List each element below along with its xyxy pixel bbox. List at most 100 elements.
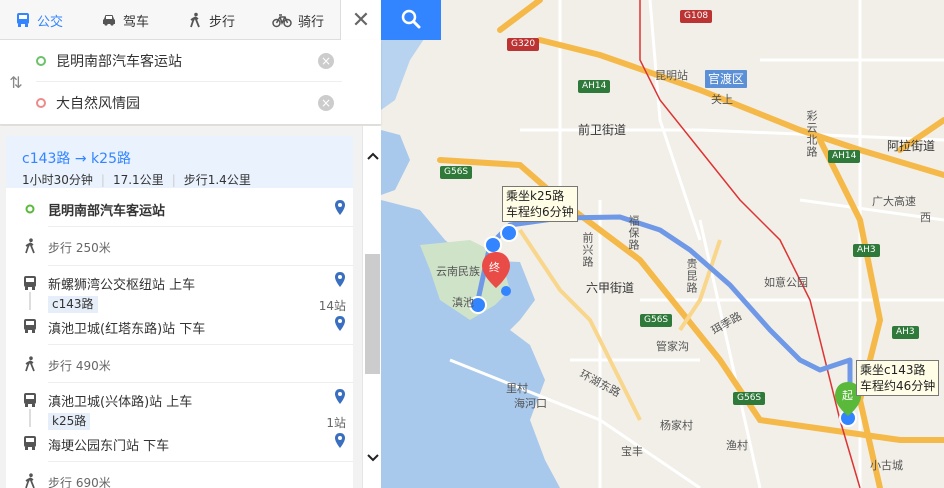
meta-separator: | [171,172,176,187]
locate-pin-icon[interactable] [334,272,346,288]
map-label-guanjia: 管家沟 [656,340,689,353]
map-label-fubao: 福保路 [627,215,640,251]
map-label-xiaogu: 小古城 [870,459,903,472]
bus-line-stops-k25[interactable]: 1站 [326,414,346,431]
route-steps: 昆明南部汽车客运站 步行 250米 新螺狮湾公交枢纽站 上车 c143路 14站… [6,188,353,488]
step-alight-1-text: 滇池卫城(红塔东路)站 下车 [48,322,206,337]
map-label-ruyi: 如意公园 [764,276,808,289]
tab-walk-label: 步行 [209,14,236,30]
district-label-guandu: 官渡区 [705,70,748,88]
tab-car[interactable]: 驾车 [100,0,149,40]
tab-bike-label: 骑行 [298,14,325,30]
route-walk-distance: 步行1.4公里 [183,173,251,187]
bus-line-badge-k25[interactable]: k25路 [48,413,91,430]
step-bus-1[interactable]: 新螺狮湾公交枢纽站 上车 c143路 14站 滇池卫城(红塔东路)站 下车 [6,266,353,342]
current-location-dot [501,286,511,296]
walk-icon [21,472,39,488]
step-walk-3[interactable]: 步行 690米 [6,462,353,488]
locate-pin-icon[interactable] [334,200,346,216]
map-label-qianwei: 前卫街道 [578,123,627,137]
callout-c143-line1: 乘坐c143路 [860,363,926,377]
bus-line-badge-c143[interactable]: c143路 [48,296,98,313]
map-label-dianchi: 滇池 [452,296,474,309]
road-shield-g108: G108 [680,10,713,23]
origin-dot-icon [21,200,39,218]
map-label-yunnan: 云南民族 [436,265,480,278]
map-label-east: 西 [920,211,931,224]
road-shield-g56s-3: G56S [733,392,766,405]
locate-pin-icon[interactable] [334,433,346,449]
route-duration: 1小时30分钟 [22,173,93,187]
leg-connector [29,409,31,427]
bus-icon [14,11,32,29]
map-label-caiyun: 彩云北路 [805,110,818,158]
route-inputs: ⇅ 昆明南部汽车客运站 × 大自然风情园 × [0,40,381,125]
map-label-alagu: 阿拉街道 [887,139,936,153]
bus-icon [21,391,39,409]
swap-route-button[interactable]: ⇅ [6,70,26,94]
start-marker-label[interactable]: 起 [842,390,853,401]
route-distance: 17.1公里 [112,173,164,187]
bike-icon [271,11,293,29]
clear-end-button[interactable]: × [318,95,334,111]
callout-c143-line2: 车程约46分钟 [860,379,936,393]
step-bus-2[interactable]: 滇池卫城(兴体路)站 上车 k25路 1站 海埂公园东门站 下车 [6,383,353,459]
step-walk-1[interactable]: 步行 250米 [6,227,353,265]
road-shield-ah3: AH3 [853,244,880,257]
transport-mode-tabs: 公交 驾车 步行 骑行 [0,0,381,40]
start-field-value: 昆明南部汽车客运站 [56,53,182,70]
start-field[interactable]: 昆明南部汽车客运站 × [36,40,342,82]
step-walk-2[interactable]: 步行 490米 [6,345,353,383]
step-board-2-text: 滇池卫城(兴体路)站 上车 [48,395,193,410]
route-summary[interactable]: c143路 → k25路 1小时30分钟 | 17.1公里 | 步行1.4公里 [6,136,353,188]
map-label-guikun: 贵昆路 [685,258,698,294]
callout-k25-line1: 乘坐k25路 [506,189,565,203]
road-shield-g320: G320 [507,38,540,51]
leg-connector [29,292,31,310]
road-shield-g56s-2: G56S [640,314,673,327]
locate-pin-icon[interactable] [334,316,346,332]
search-button[interactable] [381,0,441,40]
scroll-down-button[interactable] [363,450,382,466]
callout-k25: 乘坐k25路 车程约6分钟 [502,186,578,222]
callout-k25-line2: 车程约6分钟 [506,205,574,219]
scroll-thumb[interactable] [365,254,380,374]
map-label-haihekou: 海河口 [514,397,547,410]
tab-bike[interactable]: 骑行 [271,0,324,40]
walk-icon [21,237,39,255]
start-dot-icon [36,55,46,66]
search-icon [401,9,421,32]
tab-bus-label: 公交 [37,14,64,30]
results-scrollbar[interactable] [362,126,381,488]
close-button[interactable]: ✕ [340,0,381,40]
map-label-licun: 里村 [506,382,528,395]
step-origin-text: 昆明南部汽车客运站 [48,204,166,219]
map-label-yucun: 渔村 [726,439,748,452]
tab-bus[interactable]: 公交 [14,0,63,40]
map-label-baofeng: 宝丰 [621,445,643,458]
tab-walk[interactable]: 步行 [186,0,235,40]
swap-icon: ⇅ [9,72,23,92]
map-label-liujia: 六甲街道 [586,281,635,295]
chevron-up-icon [366,152,379,160]
close-icon: ✕ [351,7,371,33]
bus-icon [21,434,39,452]
step-board-1-text: 新螺狮湾公交枢纽站 上车 [48,278,196,293]
route-result-panel: c143路 → k25路 1小时30分钟 | 17.1公里 | 步行1.4公里 … [0,126,381,488]
end-field[interactable]: 大自然风情园 × [36,82,342,124]
clear-start-button[interactable]: × [318,53,334,69]
map-label-yangjia: 杨家村 [660,419,693,432]
bus-icon [21,274,39,292]
step-origin[interactable]: 昆明南部汽车客运站 [6,188,353,226]
walk-icon [186,11,204,29]
locate-pin-icon[interactable] [334,389,346,405]
end-dot-icon [36,98,46,108]
map-label-kunming-station: 昆明站 [655,69,688,82]
route-title[interactable]: c143路 → k25路 [22,148,131,168]
map-label-guanshang: 关上 [711,93,733,106]
bus-line-stops-c143[interactable]: 14站 [319,297,346,314]
end-marker-label[interactable]: 终 [489,262,500,273]
scroll-up-button[interactable] [363,148,382,164]
walk-icon [21,355,39,373]
road-shield-g56s-1: G56S [440,166,473,179]
